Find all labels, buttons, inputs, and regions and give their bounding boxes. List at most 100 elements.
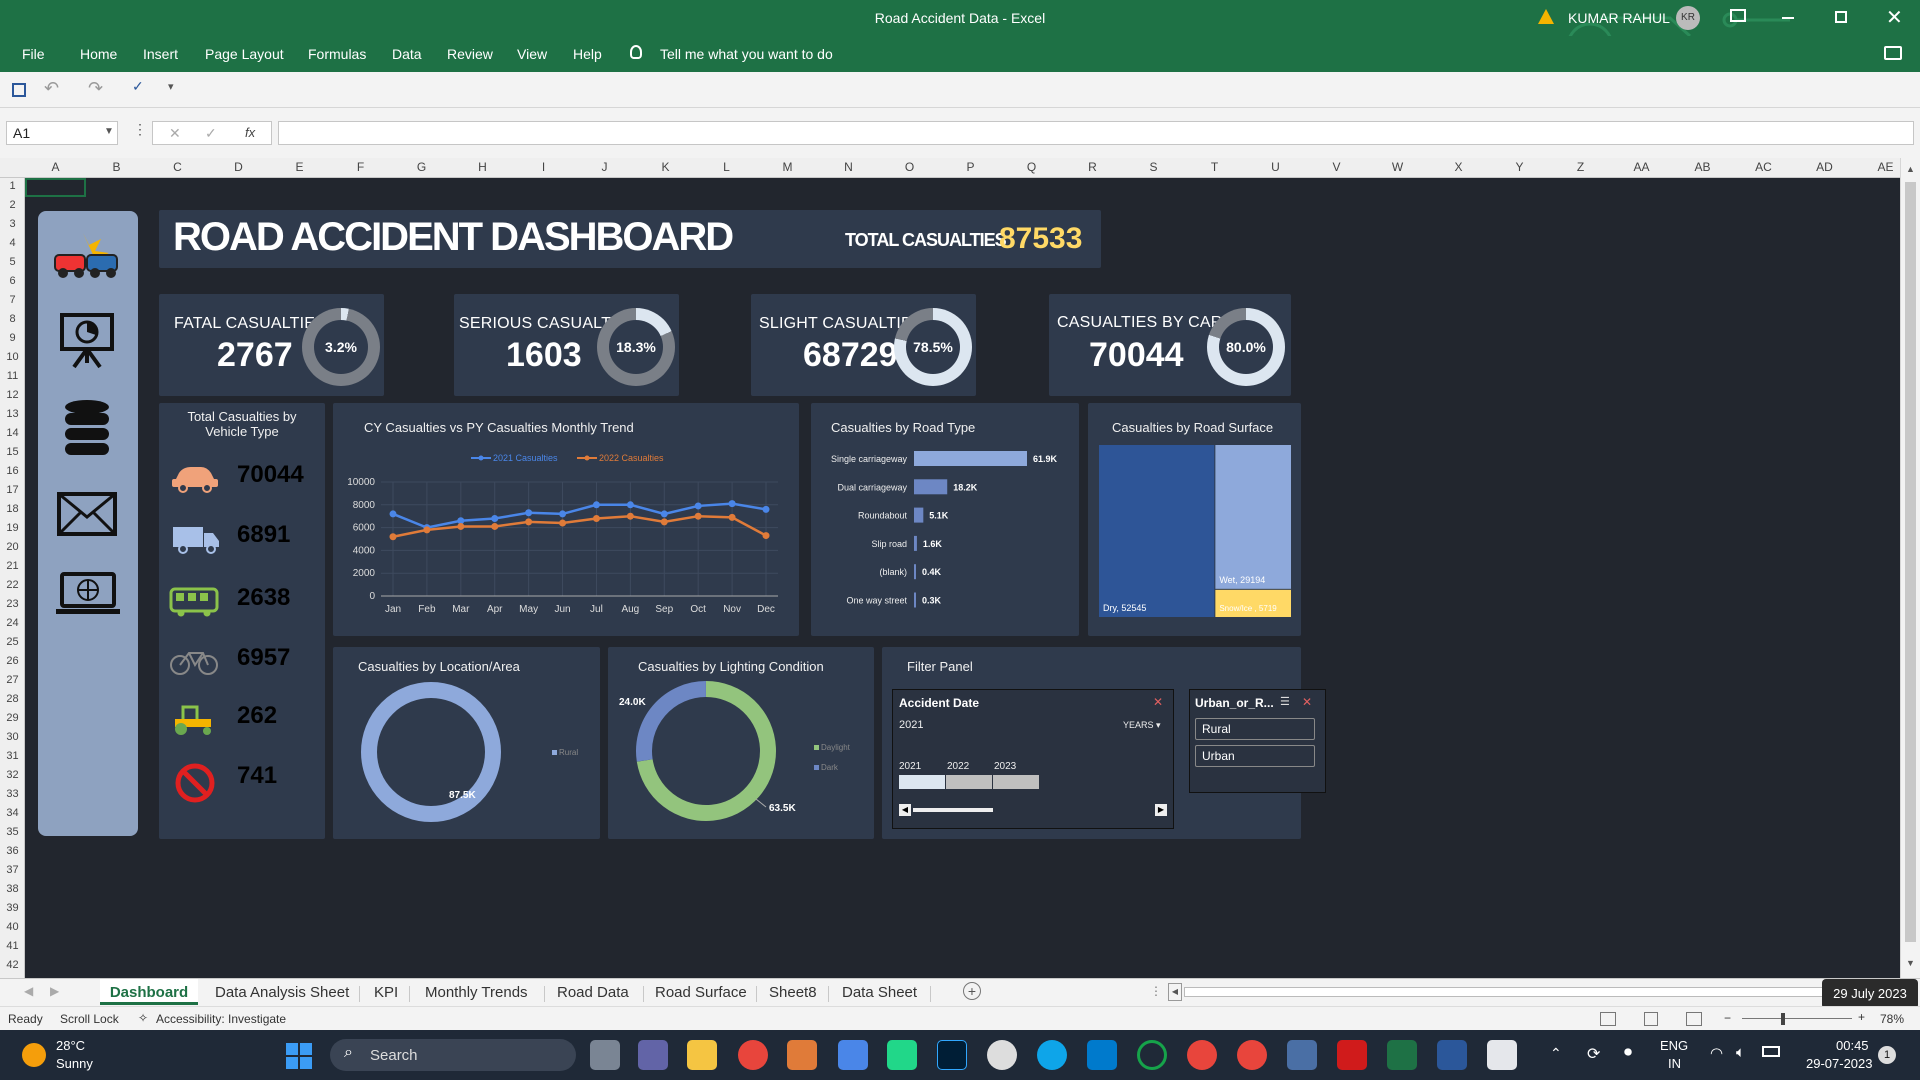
weather-temp[interactable]: 28°C xyxy=(56,1038,85,1053)
column-header[interactable]: AB xyxy=(1672,160,1733,174)
notepad-icon[interactable] xyxy=(838,1040,868,1070)
horizontal-scrollbar[interactable] xyxy=(1184,987,1824,997)
sheet-tab-monthly-trends[interactable]: Monthly Trends xyxy=(425,984,528,1001)
column-header[interactable]: E xyxy=(269,160,330,174)
row-header[interactable]: 3 xyxy=(0,218,25,230)
insert-function-icon[interactable]: fx xyxy=(245,125,255,140)
sheet-tab-road-surface[interactable]: Road Surface xyxy=(655,984,747,1001)
column-header[interactable]: U xyxy=(1245,160,1306,174)
row-header[interactable]: 4 xyxy=(0,237,25,249)
sheet-tab-active[interactable]: Dashboard xyxy=(100,979,198,1005)
volume-icon[interactable]: 🔈︎ xyxy=(1736,1044,1745,1061)
column-header[interactable]: G xyxy=(391,160,452,174)
tray-chevron-icon[interactable]: ⌃ xyxy=(1550,1045,1562,1062)
column-header[interactable]: S xyxy=(1123,160,1184,174)
row-header[interactable]: 16 xyxy=(0,465,25,477)
user-name[interactable]: KUMAR RAHUL xyxy=(1568,10,1670,26)
warning-icon[interactable] xyxy=(1538,9,1554,24)
zoom-out-icon[interactable]: − xyxy=(1724,1011,1731,1025)
scroll-up-icon[interactable]: ▲ xyxy=(1906,164,1915,174)
column-header[interactable]: Z xyxy=(1550,160,1611,174)
slicer-item-rural[interactable]: Rural xyxy=(1195,718,1315,740)
github-icon[interactable] xyxy=(987,1040,1017,1070)
row-header[interactable]: 14 xyxy=(0,427,25,439)
chrome-profile2-icon[interactable] xyxy=(1237,1040,1267,1070)
ribbon-display-icon[interactable] xyxy=(1730,9,1746,22)
column-header[interactable]: K xyxy=(635,160,696,174)
tab-view[interactable]: View xyxy=(517,46,547,62)
column-header[interactable]: F xyxy=(330,160,391,174)
timeline-bar-2021[interactable] xyxy=(899,775,945,789)
row-header[interactable]: 18 xyxy=(0,503,25,515)
row-header[interactable]: 26 xyxy=(0,655,25,667)
comments-icon[interactable] xyxy=(1884,46,1902,60)
row-header[interactable]: 40 xyxy=(0,921,25,933)
battery-icon[interactable] xyxy=(1762,1046,1780,1057)
formula-input[interactable] xyxy=(278,121,1914,145)
avatar[interactable]: KR xyxy=(1676,6,1700,30)
row-header[interactable]: 23 xyxy=(0,598,25,610)
row-header[interactable]: 15 xyxy=(0,446,25,458)
customize-qat-icon[interactable]: ▾ xyxy=(168,80,174,93)
row-header[interactable]: 9 xyxy=(0,332,25,344)
column-header[interactable]: O xyxy=(879,160,940,174)
column-header[interactable]: T xyxy=(1184,160,1245,174)
file-explorer-icon[interactable] xyxy=(687,1040,717,1070)
row-header[interactable]: 21 xyxy=(0,560,25,572)
clock-date[interactable]: 29-07-2023 xyxy=(1806,1056,1873,1071)
active-cell[interactable] xyxy=(25,178,86,197)
column-header[interactable]: R xyxy=(1062,160,1123,174)
sheet-tab-data-sheet[interactable]: Data Sheet xyxy=(842,984,917,1001)
split-handle-icon[interactable]: ⋮ xyxy=(1150,984,1162,998)
normal-view-icon[interactable] xyxy=(1600,1012,1616,1026)
mic-icon[interactable]: ⏺ xyxy=(1624,1044,1632,1062)
sheet-tab-kpi[interactable]: KPI xyxy=(374,984,398,1001)
name-box-dropdown-icon[interactable]: ▼ xyxy=(104,126,114,137)
cancel-icon[interactable]: ✕ xyxy=(169,125,181,142)
app-icon[interactable] xyxy=(1287,1040,1317,1070)
notification-badge[interactable]: 1 xyxy=(1878,1046,1896,1064)
name-box[interactable]: A1 xyxy=(6,121,118,145)
row-header[interactable]: 20 xyxy=(0,541,25,553)
scroll-thumb[interactable] xyxy=(1905,182,1916,942)
row-header[interactable]: 33 xyxy=(0,788,25,800)
row-header[interactable]: 36 xyxy=(0,845,25,857)
sheet-tab-dashboard[interactable]: Dashboard xyxy=(100,984,198,1001)
row-header[interactable]: 30 xyxy=(0,731,25,743)
row-header[interactable]: 41 xyxy=(0,940,25,952)
clear-filter-icon[interactable]: ✕ xyxy=(1153,695,1163,709)
sheet-tab-sheet8[interactable]: Sheet8 xyxy=(769,984,817,1001)
row-header[interactable]: 6 xyxy=(0,275,25,287)
presentation-icon[interactable] xyxy=(58,311,116,369)
tab-help[interactable]: Help xyxy=(573,46,602,62)
row-header[interactable]: 42 xyxy=(0,959,25,971)
tab-insert[interactable]: Insert xyxy=(143,46,178,62)
tab-review[interactable]: Review xyxy=(447,46,493,62)
undo-icon[interactable]: ↶ xyxy=(44,78,59,99)
enter-icon[interactable]: ✓ xyxy=(205,125,217,142)
vertical-scrollbar[interactable]: ▲ ▼ xyxy=(1900,158,1920,978)
tab-formulas[interactable]: Formulas xyxy=(308,46,366,62)
zoom-slider-thumb[interactable] xyxy=(1781,1013,1785,1025)
sheet-tab-road-data[interactable]: Road Data xyxy=(557,984,629,1001)
slicer-item-urban[interactable]: Urban xyxy=(1195,745,1315,767)
timeline-scroll-right-icon[interactable]: ▶ xyxy=(1155,804,1167,816)
sync-icon[interactable]: ⟳ xyxy=(1587,1044,1600,1064)
column-header[interactable]: Y xyxy=(1489,160,1550,174)
row-header[interactable]: 27 xyxy=(0,674,25,686)
accident-date-timeline[interactable]: Accident Date ✕ 2021 YEARS ▾ 2021 2022 2… xyxy=(892,689,1174,829)
word-icon[interactable] xyxy=(1437,1040,1467,1070)
status-accessibility[interactable]: Accessibility: Investigate xyxy=(156,1012,286,1026)
add-sheet-icon[interactable]: + xyxy=(963,982,981,1000)
tab-page-layout[interactable]: Page Layout xyxy=(205,46,284,62)
taskbar-search[interactable]: ⌕ Search xyxy=(330,1039,576,1071)
column-header[interactable]: C xyxy=(147,160,208,174)
row-header[interactable]: 38 xyxy=(0,883,25,895)
column-header[interactable]: W xyxy=(1367,160,1428,174)
snipping-tool-icon[interactable] xyxy=(1487,1040,1517,1070)
column-header[interactable]: AC xyxy=(1733,160,1794,174)
row-header[interactable]: 13 xyxy=(0,408,25,420)
row-header[interactable]: 22 xyxy=(0,579,25,591)
car-crash-icon[interactable] xyxy=(53,231,121,283)
tab-data[interactable]: Data xyxy=(392,46,422,62)
